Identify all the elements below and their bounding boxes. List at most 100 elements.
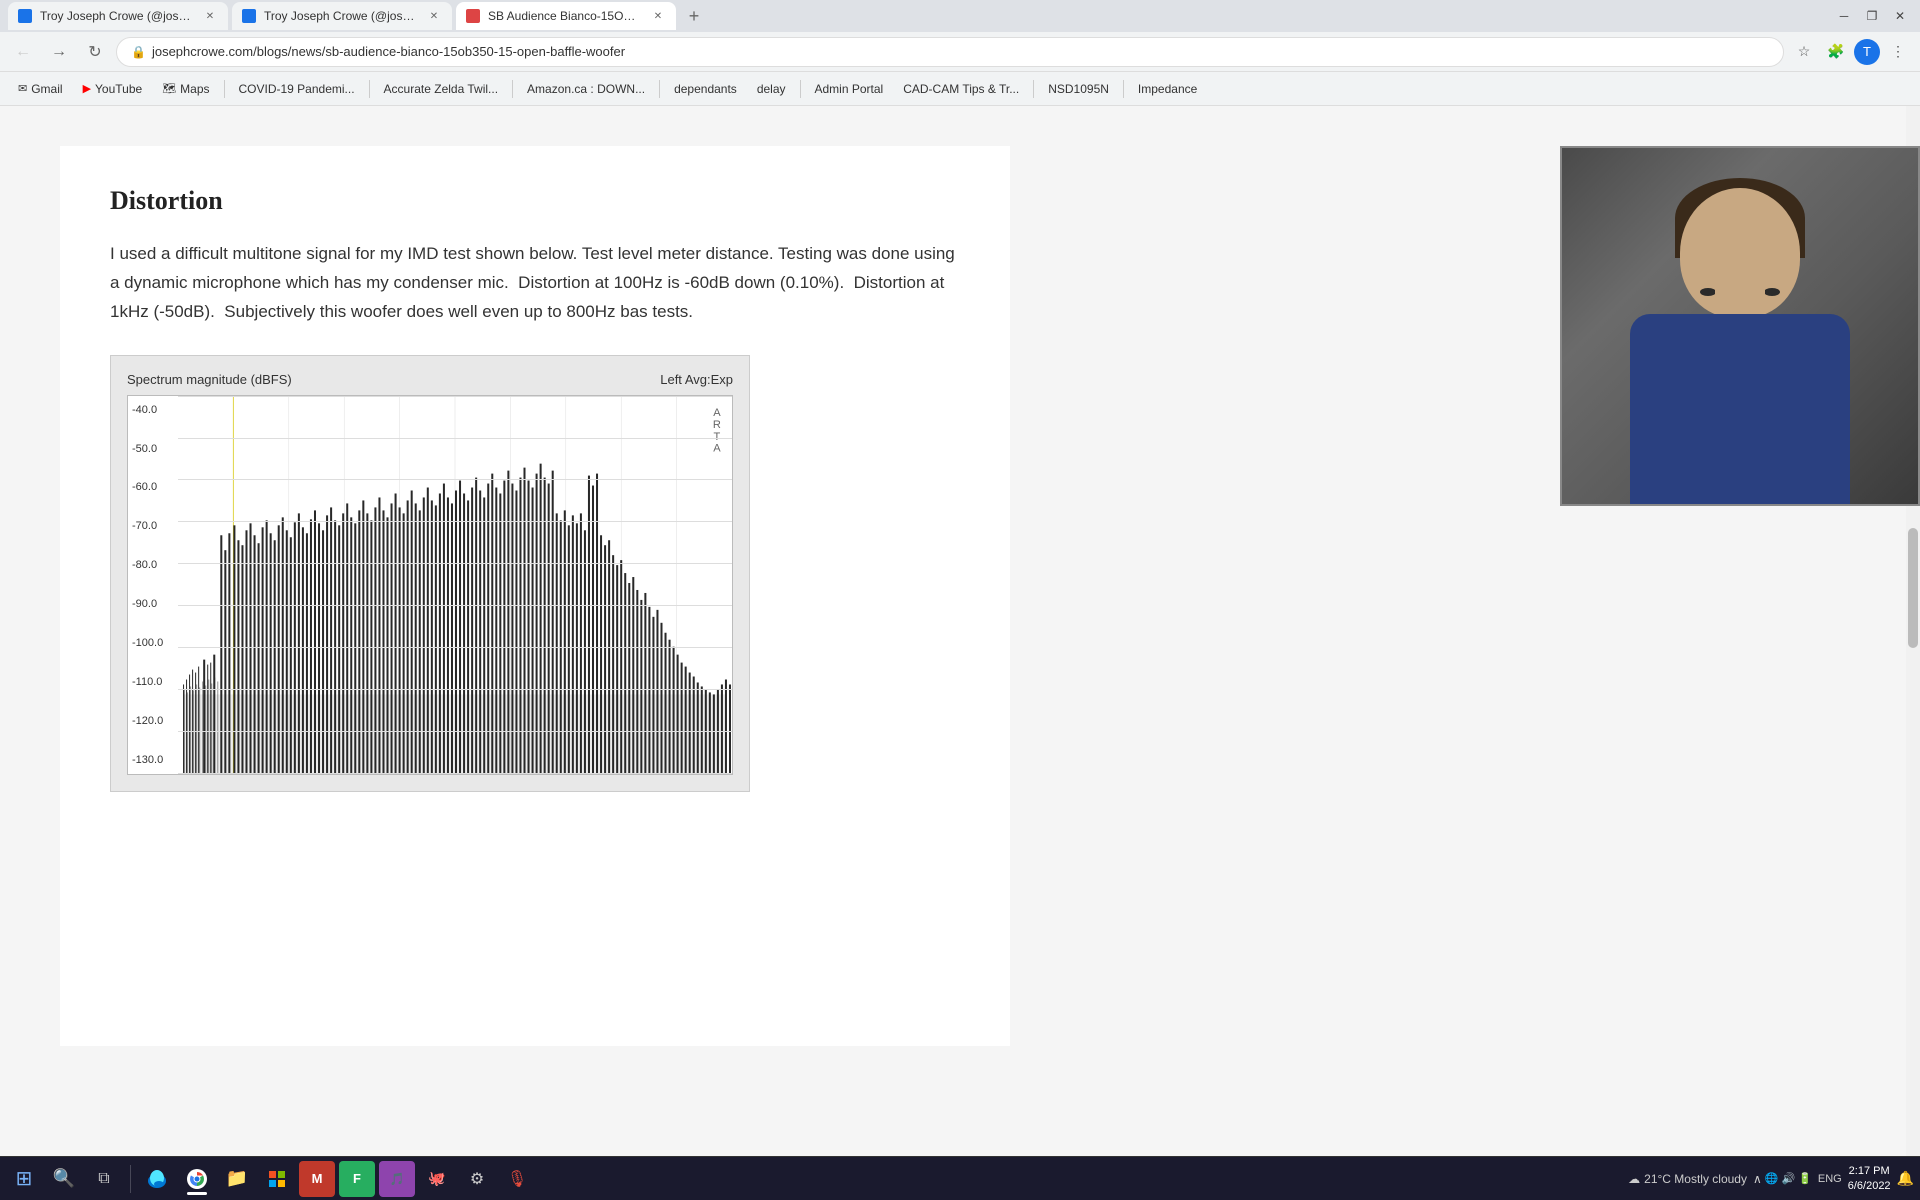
address-text: josephcrowe.com/blogs/news/sb-audience-b… [152, 44, 625, 59]
chart-title: Spectrum magnitude (dBFS) [127, 372, 292, 387]
gmail-icon: ✉ [18, 82, 27, 95]
task-view-button[interactable]: ⧉ [86, 1161, 122, 1197]
spectrum-chart: Spectrum magnitude (dBFS) Left Avg:Exp -… [110, 355, 750, 792]
taskbar-clock[interactable]: 2:17 PM 6/6/2022 [1848, 1164, 1891, 1193]
taskbar-explorer[interactable]: 📁 [219, 1161, 255, 1197]
bookmark-delay[interactable]: delay [749, 76, 794, 102]
window-controls: ─ ❐ ✕ [1832, 4, 1912, 28]
tab-3-close[interactable]: ✕ [650, 8, 666, 24]
bookmark-admin[interactable]: Admin Portal [807, 76, 892, 102]
pip-face-content [1562, 148, 1918, 504]
y-label-9: -120.0 [132, 715, 174, 727]
bookmark-amazon[interactable]: Amazon.ca : DOWN... [519, 76, 653, 102]
person-neck [1715, 279, 1765, 319]
tab-2-close[interactable]: ✕ [426, 8, 442, 24]
network-icon: 🌐 [1765, 1172, 1779, 1185]
bookmark-maps-label: Maps [180, 82, 209, 96]
content-area: Distortion I used a difficult multitone … [0, 106, 1920, 1156]
bookmark-divider-6 [1033, 80, 1034, 98]
bookmark-gmail[interactable]: ✉ Gmail [10, 76, 71, 102]
bookmark-divider-5 [800, 80, 801, 98]
chart-y-axis: -40.0 -50.0 -60.0 -70.0 -80.0 -90.0 -100… [128, 396, 178, 774]
taskbar-app3[interactable]: 🎵 [379, 1161, 415, 1197]
bookmark-covid[interactable]: COVID-19 Pandemi... [231, 76, 363, 102]
weather-text: 21°C Mostly cloudy [1644, 1172, 1747, 1186]
nav-right-controls: ☆ 🧩 T ⋮ [1790, 38, 1912, 66]
close-button[interactable]: ✕ [1888, 4, 1912, 28]
bookmark-divider-7 [1123, 80, 1124, 98]
y-label-6: -90.0 [132, 598, 174, 610]
taskbar-app1[interactable]: M [299, 1161, 335, 1197]
minimize-button[interactable]: ─ [1832, 4, 1856, 28]
y-label-3: -60.0 [132, 481, 174, 493]
bookmark-amazon-label: Amazon.ca : DOWN... [527, 82, 645, 96]
bookmark-divider-3 [512, 80, 513, 98]
language-indicator: ENG [1818, 1173, 1842, 1185]
person-silhouette [1562, 148, 1918, 504]
pip-video [1560, 146, 1920, 506]
new-tab-button[interactable]: + [680, 2, 708, 30]
menu-button[interactable]: ⋮ [1884, 38, 1912, 66]
taskbar: ⊞ 🔍 ⧉ 📁 M F 🎵 🐙 ⚙ 🎙 ☁ 21°C Mostly clo [0, 1156, 1920, 1200]
right-eye [1764, 288, 1780, 296]
youtube-icon: ▶ [83, 82, 91, 95]
reload-button[interactable]: ↻ [80, 37, 110, 67]
y-label-1: -40.0 [132, 404, 174, 416]
taskbar-chrome[interactable] [179, 1161, 215, 1197]
left-eye [1700, 288, 1716, 296]
taskbar-app2[interactable]: F [339, 1161, 375, 1197]
scrollbar-thumb[interactable] [1908, 528, 1918, 648]
nav-bar: ← → ↻ 🔒 josephcrowe.com/blogs/news/sb-au… [0, 32, 1920, 72]
bookmark-dependants[interactable]: dependants [666, 76, 745, 102]
address-bar[interactable]: 🔒 josephcrowe.com/blogs/news/sb-audience… [116, 37, 1784, 67]
section-title: Distortion [110, 186, 960, 216]
bookmark-youtube[interactable]: ▶ YouTube [75, 76, 151, 102]
webpage-content: Distortion I used a difficult multitone … [60, 146, 1010, 1046]
notifications-button[interactable]: 🔔 [1897, 1170, 1914, 1187]
volume-icon[interactable]: 🔊 [1781, 1172, 1795, 1185]
taskbar-git[interactable]: 🐙 [419, 1161, 455, 1197]
bookmarks-button[interactable]: ☆ [1790, 38, 1818, 66]
tab-1-close[interactable]: ✕ [202, 8, 218, 24]
title-bar: Troy Joseph Crowe (@joseph_c... ✕ Troy J… [0, 0, 1920, 32]
bookmark-impedance[interactable]: Impedance [1130, 76, 1205, 102]
y-label-10: -130.0 [132, 754, 174, 766]
bookmark-maps[interactable]: 🗺 Maps [154, 76, 217, 102]
taskbar-store[interactable] [259, 1161, 295, 1197]
maps-icon: 🗺 [162, 82, 176, 95]
start-button[interactable]: ⊞ [6, 1161, 42, 1197]
tab-1-label: Troy Joseph Crowe (@joseph_c... [40, 9, 194, 23]
tab-3[interactable]: SB Audience Bianco-15OB350 1... ✕ [456, 2, 676, 30]
tab-1-favicon [18, 9, 32, 23]
y-label-7: -100.0 [132, 637, 174, 649]
bookmark-dependants-label: dependants [674, 82, 737, 96]
tab-1[interactable]: Troy Joseph Crowe (@joseph_c... ✕ [8, 2, 228, 30]
bookmarks-bar: ✉ Gmail ▶ YouTube 🗺 Maps COVID-19 Pandem… [0, 72, 1920, 106]
taskbar-divider-1 [130, 1165, 131, 1193]
weather-display: ☁ 21°C Mostly cloudy [1628, 1172, 1747, 1186]
restore-button[interactable]: ❐ [1860, 4, 1884, 28]
taskbar-edge[interactable] [139, 1161, 175, 1197]
extensions-button[interactable]: 🧩 [1822, 38, 1850, 66]
bookmark-nsd-label: NSD1095N [1048, 82, 1109, 96]
y-label-4: -70.0 [132, 520, 174, 532]
bookmark-divider-2 [369, 80, 370, 98]
weather-icon: ☁ [1628, 1172, 1640, 1186]
bookmark-zelda[interactable]: Accurate Zelda Twil... [376, 76, 507, 102]
bookmark-nsd[interactable]: NSD1095N [1040, 76, 1117, 102]
taskbar-date-display: 6/6/2022 [1848, 1179, 1891, 1193]
profile-button[interactable]: T [1854, 39, 1880, 65]
taskbar-right: ☁ 21°C Mostly cloudy ∧ 🌐 🔊 🔋 ENG 2:17 PM… [1628, 1164, 1914, 1193]
search-button[interactable]: 🔍 [46, 1161, 82, 1197]
taskbar-app4[interactable]: 🎙 [499, 1161, 535, 1197]
up-arrow-icon[interactable]: ∧ [1753, 1172, 1762, 1186]
back-button[interactable]: ← [8, 37, 38, 67]
y-label-8: -110.0 [132, 676, 174, 688]
forward-button[interactable]: → [44, 37, 74, 67]
system-tray: ∧ 🌐 🔊 🔋 [1753, 1172, 1812, 1186]
bookmark-cadcam[interactable]: CAD-CAM Tips & Tr... [895, 76, 1027, 102]
tab-2[interactable]: Troy Joseph Crowe (@joseph_c... ✕ [232, 2, 452, 30]
ssl-lock-icon: 🔒 [131, 45, 146, 59]
taskbar-settings[interactable]: ⚙ [459, 1161, 495, 1197]
tab-3-favicon [466, 9, 480, 23]
